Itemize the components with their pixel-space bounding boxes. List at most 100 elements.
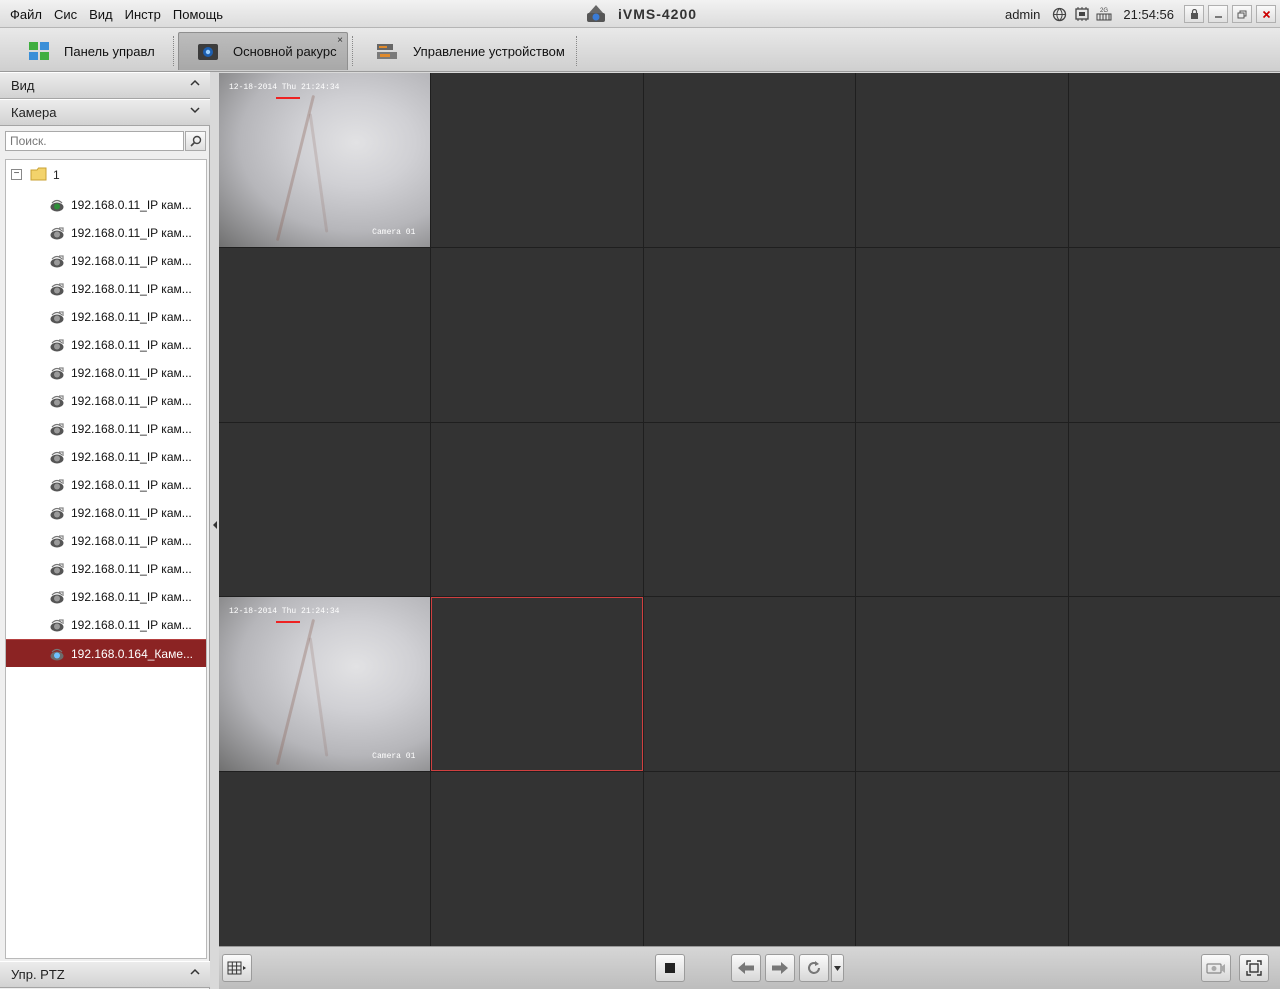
menu-tools[interactable]: Инстр: [119, 7, 167, 22]
tab-label: Панель управл: [64, 43, 155, 59]
camera-label: 192.168.0.11_IP кам...: [71, 618, 192, 632]
menu-system[interactable]: Сис: [48, 7, 83, 22]
lock-button[interactable]: [1184, 5, 1204, 23]
video-window[interactable]: [856, 73, 1068, 247]
camera-tree-item[interactable]: 192.168.0.11_IP кам...: [6, 331, 206, 359]
camera-search-input[interactable]: [5, 131, 184, 151]
video-window[interactable]: [856, 422, 1068, 597]
app-logo-icon: [587, 5, 605, 22]
live-video-feed: 12-18-2014 Thu 21:24:34 Camera 01: [219, 597, 431, 772]
camera-tree-item[interactable]: 192.168.0.11_IP кам...: [6, 499, 206, 527]
video-window[interactable]: [643, 247, 856, 422]
camera-tree-item[interactable]: 192.168.0.11_IP кам...: [6, 471, 206, 499]
camera-offline-icon: [49, 337, 65, 356]
camera-tree-item[interactable]: 192.168.0.11_IP кам...: [6, 275, 206, 303]
osd-timestamp: 12-18-2014 Thu 21:24:34: [229, 83, 340, 92]
camera-tree-item[interactable]: 192.168.0.11_IP кам...: [6, 611, 206, 639]
camera-tree-item[interactable]: 192.168.0.11_IP кам...: [6, 359, 206, 387]
video-window[interactable]: [856, 247, 1068, 422]
fullscreen-icon: [1246, 960, 1262, 976]
clock: 21:54:56: [1123, 6, 1174, 22]
window-layout-button[interactable]: [222, 954, 252, 982]
camera-label: 192.168.0.11_IP кам...: [71, 422, 192, 436]
ptz-section-header[interactable]: Упр. PTZ: [0, 961, 210, 988]
panel-collapse-handle[interactable]: [212, 520, 218, 538]
video-window[interactable]: [643, 772, 856, 946]
camera-label: 192.168.0.11_IP кам...: [71, 254, 192, 268]
camera-section-header[interactable]: Камера: [0, 99, 210, 126]
camera-offline-icon: [49, 393, 65, 412]
cpu-load-icon[interactable]: 2G: [1095, 6, 1112, 23]
collapse-arrow-icon: [213, 521, 217, 529]
tab-device-management[interactable]: Управление устройством: [375, 32, 565, 70]
playback-toolbar: [219, 946, 1280, 989]
auto-switch-dropdown[interactable]: [831, 954, 844, 982]
control-panel-icon: [29, 42, 49, 60]
video-window[interactable]: [856, 597, 1068, 772]
stop-all-button[interactable]: [655, 954, 685, 982]
video-window[interactable]: [431, 422, 643, 597]
memory-icon[interactable]: [1073, 6, 1090, 23]
tab-main-view[interactable]: Основной ракурс ×: [178, 32, 348, 70]
camera-tree-item[interactable]: 192.168.0.11_IP кам...: [6, 527, 206, 555]
video-window[interactable]: [643, 73, 856, 247]
video-window[interactable]: [1068, 772, 1280, 946]
camera-tree-item[interactable]: 192.168.0.11_IP кам...: [6, 555, 206, 583]
camera-label: 192.168.0.11_IP кам...: [71, 310, 192, 324]
chevron-down-icon: [190, 106, 200, 117]
video-window[interactable]: [1068, 73, 1280, 247]
video-window[interactable]: 12-18-2014 Thu 21:24:34 Camera 01: [219, 597, 431, 772]
camera-tree-item[interactable]: 192.168.0.11_IP кам...: [6, 247, 206, 275]
fullscreen-button[interactable]: [1239, 954, 1269, 982]
collapse-expander-icon[interactable]: −: [11, 169, 22, 180]
video-window[interactable]: [643, 597, 856, 772]
video-window[interactable]: [643, 422, 856, 597]
camera-tree-item[interactable]: 192.168.0.11_IP кам...: [6, 219, 206, 247]
video-window[interactable]: [431, 597, 643, 772]
video-window[interactable]: 12-18-2014 Thu 21:24:34 Camera 01: [219, 73, 431, 247]
caret-down-icon: [834, 965, 841, 971]
camera-online-icon: [49, 646, 65, 665]
title-bar: Файл Сис Вид Инстр Помощь iVMS-4200 admi…: [0, 0, 1280, 28]
camera-tree-item[interactable]: 192.168.0.164_Каме...: [6, 639, 206, 667]
camera-tree-item[interactable]: 192.168.0.11_IP кам...: [6, 415, 206, 443]
menu-file[interactable]: Файл: [4, 7, 48, 22]
video-window[interactable]: [219, 247, 431, 422]
video-window[interactable]: [1068, 422, 1280, 597]
camera-tree-item[interactable]: 192.168.0.11_IP кам...: [6, 387, 206, 415]
video-window[interactable]: [431, 772, 643, 946]
view-section-header[interactable]: Вид: [0, 72, 210, 99]
auto-switch-button[interactable]: [799, 954, 829, 982]
video-window[interactable]: [856, 772, 1068, 946]
menu-help[interactable]: Помощь: [167, 7, 229, 22]
tree-group-row[interactable]: − 1: [6, 163, 206, 187]
minimize-button[interactable]: [1208, 5, 1228, 23]
recording-indicator: [276, 97, 300, 99]
video-window[interactable]: [431, 247, 643, 422]
menu-view[interactable]: Вид: [83, 7, 119, 22]
tab-label: Управление устройством: [413, 43, 565, 59]
restore-button[interactable]: [1232, 5, 1252, 23]
video-window[interactable]: [219, 422, 431, 597]
osd-timestamp: 12-18-2014 Thu 21:24:34: [229, 607, 340, 617]
camera-tree-item[interactable]: 192.168.0.11_IP кам...: [6, 583, 206, 611]
camera-tree-item[interactable]: 192.168.0.11_IP кам...: [6, 303, 206, 331]
stop-icon: [665, 963, 675, 973]
tab-close-icon[interactable]: ×: [337, 35, 343, 46]
video-window[interactable]: [431, 73, 643, 247]
close-button[interactable]: [1256, 5, 1276, 23]
video-window[interactable]: [219, 772, 431, 946]
camera-offline-icon: [49, 281, 65, 300]
network-icon[interactable]: [1051, 6, 1068, 23]
search-button[interactable]: [185, 131, 206, 151]
tab-control-panel[interactable]: Панель управл: [28, 32, 155, 70]
tab-separator: [576, 36, 577, 66]
video-window[interactable]: [1068, 247, 1280, 422]
capture-toggle-button[interactable]: [1201, 954, 1231, 982]
camera-tree-item[interactable]: 192.168.0.11_IP кам...: [6, 191, 206, 219]
video-window[interactable]: [1068, 597, 1280, 772]
camera-label: 192.168.0.164_Каме...: [71, 647, 194, 661]
previous-page-button[interactable]: [731, 954, 761, 982]
camera-tree-item[interactable]: 192.168.0.11_IP кам...: [6, 443, 206, 471]
next-page-button[interactable]: [765, 954, 795, 982]
